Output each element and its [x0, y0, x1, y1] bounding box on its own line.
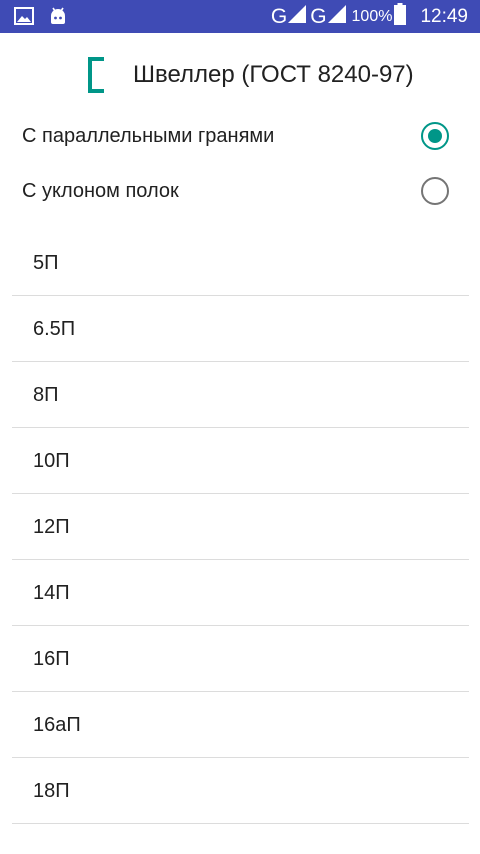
- list-item-label: 12П: [33, 516, 70, 538]
- list-item[interactable]: 5П: [12, 230, 469, 296]
- list-item[interactable]: 14П: [12, 560, 469, 626]
- status-bar: G G 100% 12:49: [0, 0, 480, 33]
- radio-option-sloped[interactable]: С уклоном полок: [0, 164, 480, 219]
- list-item-label: 10П: [33, 450, 70, 472]
- radio-label: С параллельными гранями: [22, 125, 275, 147]
- list-item-label: 6.5П: [33, 318, 76, 340]
- clock: 12:49: [420, 6, 468, 27]
- radio-label: С уклоном полок: [22, 180, 179, 202]
- radio-button-unchecked[interactable]: [421, 177, 449, 205]
- list-item-label: 16аП: [33, 714, 81, 736]
- channel-section-icon: [86, 57, 122, 93]
- list-item-label: 5П: [33, 252, 59, 274]
- signal-icon: [288, 5, 307, 28]
- list-item[interactable]: 6.5П: [12, 296, 469, 362]
- list-item-label: 14П: [33, 582, 70, 604]
- size-list: 5П 6.5П 8П 10П 12П 14П 16П 16аП 18П: [12, 230, 469, 824]
- list-item[interactable]: 10П: [12, 428, 469, 494]
- radio-option-parallel[interactable]: С параллельными гранями: [0, 109, 480, 164]
- list-item-label: 8П: [33, 384, 59, 406]
- list-item-label: 16П: [33, 648, 70, 670]
- android-icon: [48, 7, 68, 30]
- battery-level: 100%: [351, 8, 393, 25]
- network-type-2: G: [310, 5, 327, 28]
- list-item[interactable]: 16аП: [12, 692, 469, 758]
- radio-button-checked[interactable]: [421, 122, 449, 150]
- list-item[interactable]: 8П: [12, 362, 469, 428]
- battery-icon: [394, 3, 407, 30]
- list-item[interactable]: 12П: [12, 494, 469, 560]
- list-item[interactable]: 18П: [12, 758, 469, 824]
- network-type-1: G: [270, 5, 288, 28]
- signal-icon: [327, 5, 346, 28]
- header: Швеллер (ГОСТ 8240-97): [0, 33, 480, 121]
- list-item-label: 18П: [33, 780, 70, 802]
- gallery-icon: [14, 7, 34, 30]
- page-title: Швеллер (ГОСТ 8240-97): [133, 61, 414, 88]
- list-item[interactable]: 16П: [12, 626, 469, 692]
